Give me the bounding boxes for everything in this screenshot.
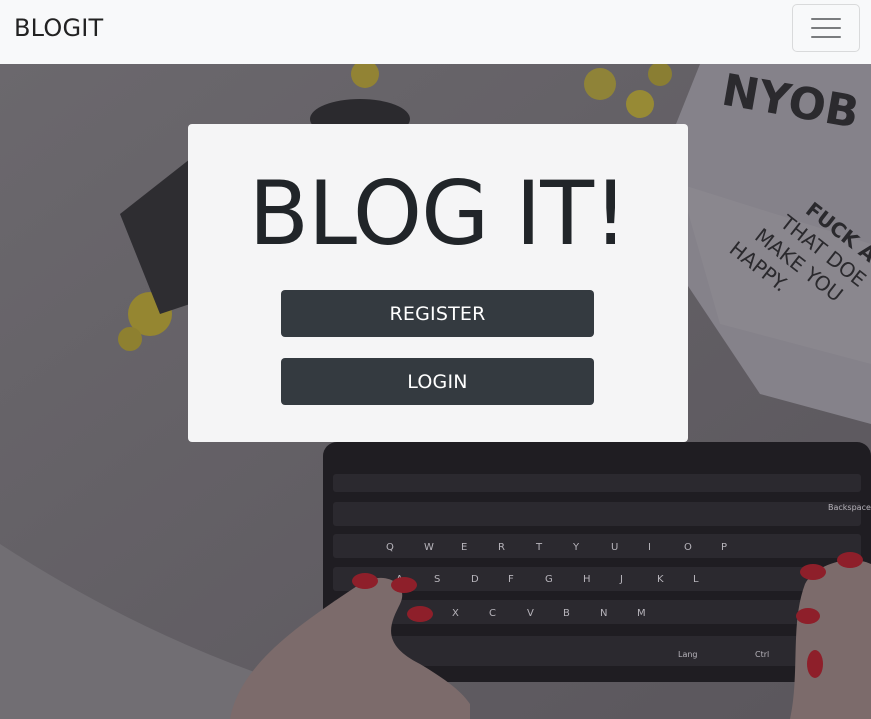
svg-text:R: R <box>498 542 505 553</box>
svg-text:Ctrl: Ctrl <box>755 650 769 659</box>
svg-text:M: M <box>637 608 646 619</box>
svg-text:F: F <box>508 574 514 585</box>
svg-text:G: G <box>545 574 553 585</box>
register-button[interactable]: REGISTER <box>281 290 594 337</box>
svg-text:K: K <box>657 574 664 585</box>
svg-text:X: X <box>452 608 459 619</box>
svg-text:I: I <box>648 542 651 553</box>
svg-text:O: O <box>684 542 692 553</box>
svg-text:C: C <box>489 608 496 619</box>
svg-text:T: T <box>535 542 543 553</box>
page: BLOGIT N Y O B FUCK A THAT DOE MAKE YOU HAP… <box>0 0 871 719</box>
navbar-toggler-button[interactable] <box>792 4 860 52</box>
svg-text:U: U <box>611 542 618 553</box>
login-button[interactable]: LOGIN <box>281 358 594 405</box>
navbar: BLOGIT <box>0 0 871 64</box>
svg-text:B: B <box>563 608 570 619</box>
svg-text:W: W <box>424 542 434 553</box>
svg-text:P: P <box>721 542 727 553</box>
svg-text:N: N <box>600 608 607 619</box>
svg-text:Backspace: Backspace <box>828 503 871 512</box>
svg-text:Q: Q <box>386 542 394 553</box>
svg-text:H: H <box>583 574 591 585</box>
svg-text:E: E <box>461 542 467 553</box>
svg-text:L: L <box>693 574 699 585</box>
svg-text:D: D <box>471 574 479 585</box>
svg-text:Y: Y <box>572 542 580 553</box>
svg-text:S: S <box>434 574 440 585</box>
svg-text:V: V <box>527 608 534 619</box>
svg-text:J: J <box>619 574 623 585</box>
hero-card: BLOG IT! REGISTER LOGIN <box>188 124 688 442</box>
svg-text:Lang: Lang <box>678 650 698 659</box>
hero-title: BLOG IT! <box>248 162 629 265</box>
brand-link[interactable]: BLOGIT <box>14 14 103 42</box>
